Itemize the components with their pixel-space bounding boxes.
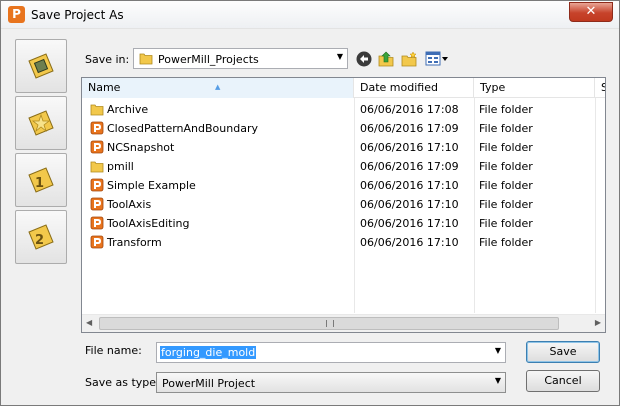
file-date-modified: 06/06/2016 17:10 <box>360 236 459 249</box>
file-row[interactable]: ClosedPatternAndBoundary 06/06/2016 17:09… <box>82 119 605 138</box>
file-type: File folder <box>479 217 533 230</box>
save-as-type-value: PowerMill Project <box>162 377 256 390</box>
title-bar[interactable]: P Save Project As ✕ <box>1 1 619 29</box>
place-location-1[interactable]: 1 <box>15 153 67 207</box>
up-folder-icon[interactable] <box>378 51 394 67</box>
scroll-left-icon[interactable]: ◀ <box>86 318 92 327</box>
save-button[interactable]: Save <box>526 341 600 363</box>
place-favorites[interactable] <box>15 96 67 150</box>
file-name: Simple Example <box>107 179 196 192</box>
file-name: NCSnapshot <box>107 141 175 154</box>
view-menu-icon[interactable] <box>425 51 449 67</box>
scrollbar-grip <box>326 320 334 327</box>
powermill-project-icon <box>90 140 104 157</box>
file-type: File folder <box>479 236 533 249</box>
file-type: File folder <box>479 122 533 135</box>
column-type[interactable]: Type <box>474 78 595 98</box>
save-in-value: PowerMill_Projects <box>158 53 259 66</box>
back-arrow-icon[interactable] <box>356 51 372 67</box>
file-row[interactable]: ToolAxis 06/06/2016 17:10 File folder <box>82 195 605 214</box>
file-name-combo[interactable]: forging_die_mold ▼ <box>156 342 506 363</box>
svg-text:2: 2 <box>35 233 44 248</box>
file-row[interactable]: Transform 06/06/2016 17:10 File folder <box>82 233 605 252</box>
file-type: File folder <box>479 141 533 154</box>
file-name: ClosedPatternAndBoundary <box>107 122 258 135</box>
horizontal-scrollbar[interactable]: ◀ ▶ <box>82 314 605 332</box>
save-as-type-label: Save as type: <box>85 376 160 389</box>
file-type: File folder <box>479 103 533 116</box>
folder-2-icon: 2 <box>28 224 54 250</box>
file-date-modified: 06/06/2016 17:10 <box>360 141 459 154</box>
svg-text:1: 1 <box>35 176 44 191</box>
sort-ascending-icon: ▲ <box>215 83 221 91</box>
file-date-modified: 06/06/2016 17:10 <box>360 217 459 230</box>
file-row[interactable]: Archive 06/06/2016 17:08 File folder <box>82 100 605 119</box>
chevron-down-icon: ▼ <box>494 346 501 355</box>
powermill-project-icon <box>90 197 104 214</box>
file-row[interactable]: Simple Example 06/06/2016 17:10 File folde… <box>82 176 605 195</box>
powermill-project-icon <box>90 216 104 233</box>
file-name: ToolAxis <box>107 198 152 211</box>
column-name[interactable]: Name ▲ <box>82 78 354 98</box>
chevron-down-icon: ▼ <box>336 52 343 61</box>
column-size[interactable]: Si <box>595 78 605 98</box>
new-folder-icon[interactable] <box>401 51 417 67</box>
close-button[interactable]: ✕ <box>569 2 613 22</box>
file-date-modified: 06/06/2016 17:10 <box>360 179 459 192</box>
file-row[interactable]: ToolAxisEditing 06/06/2016 17:10 File fold… <box>82 214 605 233</box>
file-name-input[interactable]: forging_die_mold <box>160 346 257 359</box>
file-type: File folder <box>479 198 533 211</box>
column-date-modified[interactable]: Date modified <box>354 78 474 98</box>
file-name-label: File name: <box>85 344 142 357</box>
file-row[interactable]: pmill 06/06/2016 17:09 File folder <box>82 157 605 176</box>
recent-places-icon <box>28 53 54 79</box>
file-name: Transform <box>107 236 162 249</box>
save-in-label: Save in: <box>85 53 130 66</box>
save-as-type-select[interactable]: PowerMill Project ▼ <box>156 372 506 393</box>
places-bar: 1 2 <box>15 39 67 265</box>
file-name: pmill <box>107 160 134 173</box>
file-date-modified: 06/06/2016 17:09 <box>360 160 459 173</box>
powermill-app-icon: P <box>8 6 25 23</box>
folder-icon <box>90 102 104 119</box>
place-location-2[interactable]: 2 <box>15 210 67 264</box>
file-list[interactable]: Name ▲ Date modified Type Si Archive 06/0… <box>81 77 606 333</box>
chevron-down-icon: ▼ <box>494 376 501 385</box>
column-header: Name ▲ Date modified Type Si <box>82 78 605 98</box>
powermill-project-icon <box>90 121 104 138</box>
file-date-modified: 06/06/2016 17:08 <box>360 103 459 116</box>
scroll-right-icon[interactable]: ▶ <box>595 318 601 327</box>
column-name-label: Name <box>88 81 121 94</box>
favorites-folder-icon <box>28 110 54 136</box>
file-type: File folder <box>479 160 533 173</box>
file-date-modified: 06/06/2016 17:10 <box>360 198 459 211</box>
powermill-project-icon <box>90 235 104 252</box>
save-in-combo[interactable]: PowerMill_Projects ▼ <box>133 48 348 69</box>
save-project-dialog: P Save Project As ✕ 1 2 Save in: PowerMi… <box>0 0 620 406</box>
file-row[interactable]: NCSnapshot 06/06/2016 17:10 File folder <box>82 138 605 157</box>
folder-icon <box>139 53 153 65</box>
file-name: ToolAxisEditing <box>107 217 190 230</box>
folder-1-icon: 1 <box>28 167 54 193</box>
file-name: Archive <box>107 103 149 116</box>
cancel-button[interactable]: Cancel <box>526 370 600 392</box>
file-date-modified: 06/06/2016 17:09 <box>360 122 459 135</box>
scrollbar-thumb[interactable] <box>99 317 559 330</box>
folder-icon <box>90 159 104 176</box>
dialog-title: Save Project As <box>31 8 124 22</box>
place-recent[interactable] <box>15 39 67 93</box>
file-type: File folder <box>479 179 533 192</box>
powermill-project-icon <box>90 178 104 195</box>
